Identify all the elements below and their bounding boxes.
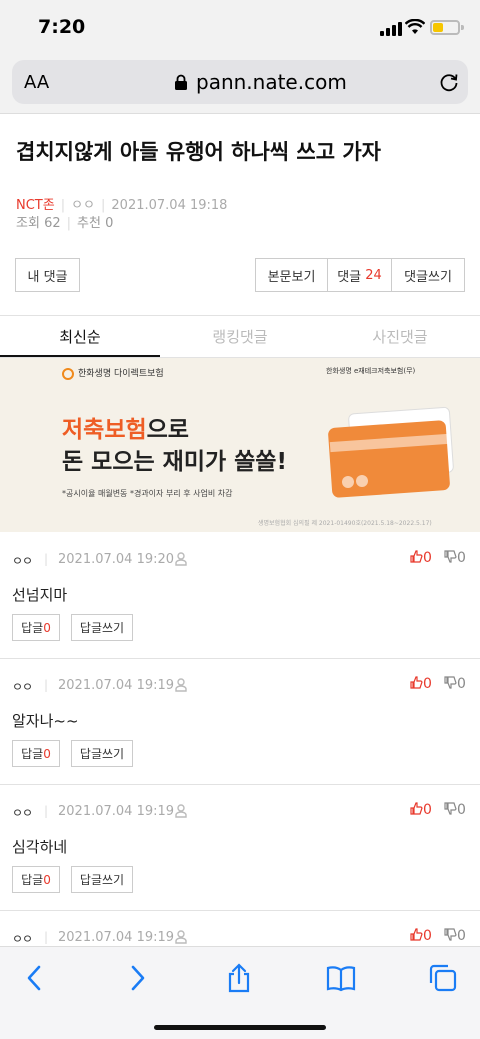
view-body-button[interactable]: 본문보기 <box>256 259 328 291</box>
ad-brand-right: 한화생명 e재테크저축보험(무) <box>326 367 416 375</box>
brand-logo-icon <box>62 367 74 380</box>
comments-button[interactable]: 댓글 24 <box>328 259 392 291</box>
write-comment-button[interactable]: 댓글쓰기 <box>392 259 464 291</box>
thumbs-up-icon <box>410 676 423 689</box>
recommend-count: 0 <box>105 216 114 231</box>
my-comments-button[interactable]: 내 댓글 <box>15 258 80 292</box>
ad-brand-left: 한화생명 다이렉트보험 <box>62 366 164 380</box>
article-stats: 조회 62 | 추천 0 <box>16 216 114 231</box>
tab-photo[interactable]: 사진댓글 <box>320 316 480 357</box>
article-title: 겹치지않게 아들 유행어 하나씩 쓰고 가자 <box>16 140 381 164</box>
thumbs-down-icon <box>444 928 457 941</box>
like-button[interactable]: 0 <box>410 928 432 944</box>
reload-icon[interactable] <box>438 71 460 93</box>
reply-button[interactable]: 답글 0 <box>12 740 60 767</box>
ad-fine-print: 생명보험협회 심의필 제 2021-01490호(2021.5.18~2022.… <box>258 520 432 527</box>
person-icon <box>175 552 187 566</box>
thumbs-up-icon <box>410 802 423 815</box>
comment-text: 알자나~~ <box>12 712 79 730</box>
comment-sort-tabs: 최신순 랭킹댓글 사진댓글 <box>0 316 480 358</box>
article-meta: NCT존 | ㅇㅇ | 2021.07.04 19:18 <box>16 198 228 213</box>
reply-button[interactable]: 답글 0 <box>12 866 60 893</box>
article-author[interactable]: NCT존 <box>16 198 55 213</box>
status-bar: 7:20 <box>0 0 480 56</box>
thumbs-down-icon <box>444 550 457 563</box>
wifi-icon <box>405 19 425 34</box>
recommend-label: 추천 <box>77 216 101 231</box>
ad-footnote: *공시이율 매월변동 *경과이자 부리 후 사업비 차감 <box>62 489 233 498</box>
dislike-button[interactable]: 0 <box>444 802 466 818</box>
thumbs-down-icon <box>444 676 457 689</box>
forward-icon[interactable] <box>122 963 152 993</box>
back-icon[interactable] <box>20 963 50 993</box>
comment-user: ㅇㅇ <box>12 680 33 694</box>
views-label: 조회 <box>16 216 40 231</box>
reader-text-size-button[interactable]: AA <box>24 72 49 93</box>
person-icon <box>175 930 187 944</box>
like-button[interactable]: 0 <box>410 802 432 818</box>
bookmarks-icon[interactable] <box>326 963 356 993</box>
comment-user: ㅇㅇ <box>12 932 33 946</box>
comment-date: 2021.07.04 19:19 <box>58 678 175 693</box>
thumbs-down-icon <box>444 802 457 815</box>
address-bar[interactable]: AA pann.nate.com <box>12 60 468 104</box>
signal-icon <box>380 22 402 36</box>
comment-item: ㅇㅇ | 2021.07.04 19:19 0 0 심각하네 답글 0 답글쓰기 <box>0 784 480 910</box>
home-indicator <box>154 1025 326 1030</box>
person-icon <box>175 804 187 818</box>
tab-ranking[interactable]: 랭킹댓글 <box>160 316 320 357</box>
ad-headline-2: 돈 모으는 재미가 쏠쏠! <box>62 449 287 475</box>
article-date: 2021.07.04 19:18 <box>111 198 228 213</box>
ad-headline: 저축보험으로 <box>62 417 189 443</box>
lock-icon <box>175 74 187 90</box>
tab-latest[interactable]: 최신순 <box>0 316 160 357</box>
comment-date: 2021.07.04 19:20 <box>58 552 175 567</box>
browser-address-area: AA pann.nate.com <box>0 56 480 114</box>
browser-toolbar <box>0 946 480 1039</box>
comments-count: 24 <box>365 267 382 283</box>
comment-user: ㅇㅇ <box>12 554 33 568</box>
thumbs-up-icon <box>410 928 423 941</box>
comment-date: 2021.07.04 19:19 <box>58 804 175 819</box>
comment-item: ㅇㅇ | 2021.07.04 19:20 0 0 선넘지마 답글 0 답글쓰기 <box>0 532 480 658</box>
like-button[interactable]: 0 <box>410 676 432 692</box>
write-reply-button[interactable]: 답글쓰기 <box>71 740 133 767</box>
views-count: 62 <box>44 216 61 231</box>
person-icon <box>175 678 187 692</box>
comment-user: ㅇㅇ <box>12 806 33 820</box>
write-reply-button[interactable]: 답글쓰기 <box>71 614 133 641</box>
write-reply-button[interactable]: 답글쓰기 <box>71 866 133 893</box>
battery-icon <box>430 20 460 35</box>
comment-item: ㅇㅇ | 2021.07.04 19:19 0 0 알자나~~ 답글 0 답글쓰기 <box>0 658 480 784</box>
like-button[interactable]: 0 <box>410 550 432 566</box>
url-text[interactable]: pann.nate.com <box>196 70 347 94</box>
comment-date: 2021.07.04 19:19 <box>58 930 175 945</box>
dislike-button[interactable]: 0 <box>444 550 466 566</box>
dislike-button[interactable]: 0 <box>444 676 466 692</box>
share-icon[interactable] <box>224 963 254 993</box>
reply-button[interactable]: 답글 0 <box>12 614 60 641</box>
ad-banner[interactable]: 한화생명 다이렉트보험 한화생명 e재테크저축보험(무) 저축보험으로 돈 모으… <box>0 358 480 532</box>
tabs-icon[interactable] <box>428 963 458 993</box>
dislike-button[interactable]: 0 <box>444 928 466 944</box>
thumbs-up-icon <box>410 550 423 563</box>
article-user: ㅇㅇ <box>71 198 96 213</box>
comment-button-group: 본문보기 댓글 24 댓글쓰기 <box>255 258 465 292</box>
status-time: 7:20 <box>38 16 86 38</box>
comment-text: 심각하네 <box>12 838 68 856</box>
comment-text: 선넘지마 <box>12 586 68 604</box>
